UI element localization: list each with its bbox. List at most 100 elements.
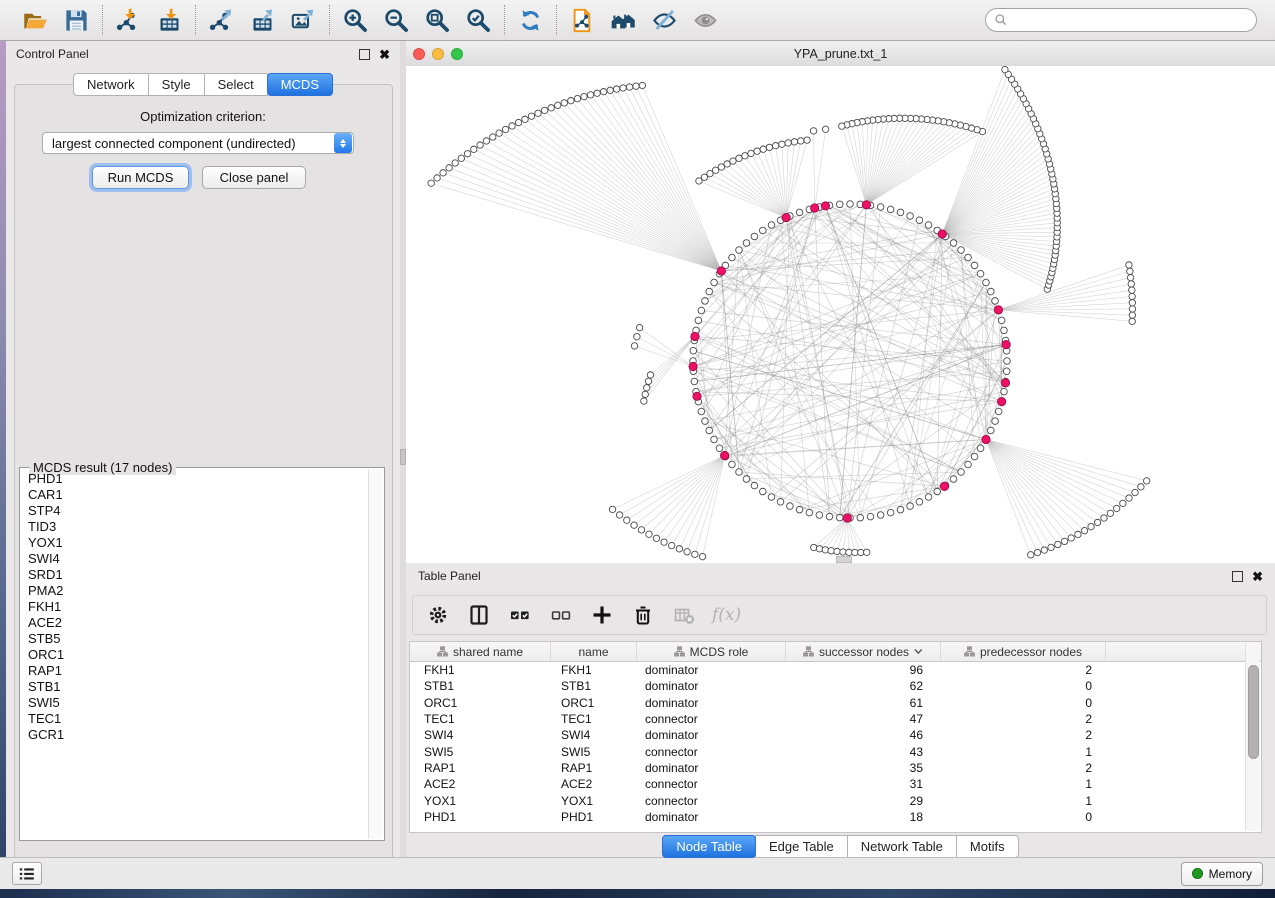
zoom-selected-icon[interactable] bbox=[465, 7, 492, 34]
mcds-dominator-node[interactable] bbox=[782, 213, 790, 221]
table-row[interactable]: FKH1FKH1dominator962 bbox=[410, 662, 1261, 678]
table-row[interactable]: ORC1ORC1dominator610 bbox=[410, 695, 1261, 711]
network-node[interactable] bbox=[729, 461, 736, 468]
zoom-out-icon[interactable] bbox=[383, 7, 410, 34]
mcds-dominator-node[interactable] bbox=[721, 451, 729, 459]
network-node[interactable] bbox=[743, 240, 750, 247]
network-node[interactable] bbox=[983, 279, 990, 286]
network-leaf-node[interactable] bbox=[1068, 535, 1074, 541]
table-scrollbar-thumb[interactable] bbox=[1248, 665, 1259, 759]
network-node[interactable] bbox=[965, 461, 972, 468]
select-all-icon[interactable] bbox=[507, 602, 533, 628]
memory-button[interactable]: Memory bbox=[1181, 862, 1263, 886]
export-table-icon[interactable] bbox=[249, 7, 276, 34]
network-leaf-node[interactable] bbox=[1002, 66, 1008, 72]
network-leaf-node[interactable] bbox=[1129, 312, 1135, 318]
network-node[interactable] bbox=[958, 247, 965, 254]
network-leaf-node[interactable] bbox=[1107, 510, 1113, 516]
network-leaf-node[interactable] bbox=[644, 385, 650, 391]
network-leaf-node[interactable] bbox=[634, 334, 640, 340]
network-node[interactable] bbox=[711, 279, 718, 286]
network-leaf-node[interactable] bbox=[633, 83, 639, 89]
network-leaf-node[interactable] bbox=[607, 87, 613, 93]
column-header-MCDS-role[interactable]: MCDS role bbox=[637, 642, 786, 661]
network-leaf-node[interactable] bbox=[1143, 478, 1149, 484]
mcds-result-item[interactable]: GCR1 bbox=[28, 727, 369, 743]
network-leaf-node[interactable] bbox=[822, 547, 828, 553]
mcds-result-item[interactable]: SWI5 bbox=[28, 695, 369, 711]
close-panel-button[interactable]: Close panel bbox=[202, 166, 306, 189]
network-node[interactable] bbox=[1001, 388, 1008, 395]
network-node[interactable] bbox=[836, 514, 843, 521]
network-leaf-node[interactable] bbox=[1088, 523, 1094, 529]
open-icon[interactable] bbox=[22, 7, 49, 34]
table-row[interactable]: STB1STB1dominator620 bbox=[410, 678, 1261, 694]
network-leaf-node[interactable] bbox=[1120, 500, 1126, 506]
network-leaf-node[interactable] bbox=[730, 158, 736, 164]
network-node[interactable] bbox=[702, 418, 709, 425]
network-node[interactable] bbox=[759, 488, 766, 495]
network-leaf-node[interactable] bbox=[834, 548, 840, 554]
network-node[interactable] bbox=[736, 469, 743, 476]
mcds-dominator-node[interactable] bbox=[693, 392, 701, 400]
column-header-successor-nodes[interactable]: successor nodes bbox=[786, 642, 941, 661]
network-leaf-node[interactable] bbox=[798, 138, 804, 144]
network-leaf-node[interactable] bbox=[581, 93, 587, 99]
table-row[interactable]: PHD1PHD1dominator180 bbox=[410, 809, 1261, 825]
horizontal-splitter-handle[interactable] bbox=[836, 556, 852, 563]
network-leaf-node[interactable] bbox=[502, 126, 508, 132]
network-leaf-node[interactable] bbox=[1094, 519, 1100, 525]
network-node[interactable] bbox=[988, 288, 995, 295]
network-node[interactable] bbox=[711, 436, 718, 443]
network-node[interactable] bbox=[1003, 368, 1010, 375]
table-scrollbar[interactable] bbox=[1245, 643, 1260, 831]
network-leaf-node[interactable] bbox=[509, 123, 515, 129]
network-node[interactable] bbox=[925, 494, 932, 501]
network-node[interactable] bbox=[950, 476, 957, 483]
network-leaf-node[interactable] bbox=[748, 150, 754, 156]
network-leaf-node[interactable] bbox=[626, 84, 632, 90]
float-panel-icon[interactable] bbox=[359, 49, 370, 60]
column-header-name[interactable]: name bbox=[551, 642, 637, 661]
network-node[interactable] bbox=[977, 270, 984, 277]
tab-node-table[interactable]: Node Table bbox=[662, 835, 756, 858]
network-leaf-node[interactable] bbox=[1081, 527, 1087, 533]
network-leaf-node[interactable] bbox=[574, 95, 580, 101]
network-node[interactable] bbox=[716, 445, 723, 452]
zoom-in-icon[interactable] bbox=[342, 7, 369, 34]
mcds-result-item[interactable]: STB1 bbox=[28, 679, 369, 695]
mcds-dominator-node[interactable] bbox=[691, 332, 699, 340]
mcds-dominator-node[interactable] bbox=[1002, 340, 1010, 348]
table-row[interactable]: ACE2ACE2connector311 bbox=[410, 776, 1261, 792]
network-leaf-node[interactable] bbox=[522, 116, 528, 122]
network-leaf-node[interactable] bbox=[736, 155, 742, 161]
network-node[interactable] bbox=[836, 201, 843, 208]
network-leaf-node[interactable] bbox=[1129, 287, 1135, 293]
tab-select[interactable]: Select bbox=[204, 73, 268, 96]
network-leaf-node[interactable] bbox=[609, 506, 615, 512]
network-node[interactable] bbox=[847, 201, 854, 208]
network-node[interactable] bbox=[702, 298, 709, 305]
mcds-result-item[interactable]: PHD1 bbox=[28, 471, 369, 487]
clone-network-icon[interactable] bbox=[569, 7, 596, 34]
network-leaf-node[interactable] bbox=[779, 141, 785, 147]
network-leaf-node[interactable] bbox=[642, 391, 648, 397]
mcds-dominator-node[interactable] bbox=[938, 230, 946, 238]
settings-icon[interactable] bbox=[425, 602, 451, 628]
mcds-result-list[interactable]: PHD1CAR1STP4TID3YOX1SWI4SRD1PMA2FKH1ACE2… bbox=[21, 471, 369, 839]
network-leaf-node[interactable] bbox=[1127, 274, 1133, 280]
network-view-canvas[interactable] bbox=[406, 66, 1275, 563]
network-leaf-node[interactable] bbox=[535, 110, 541, 116]
network-node[interactable] bbox=[751, 482, 758, 489]
network-node[interactable] bbox=[995, 408, 1002, 415]
network-node[interactable] bbox=[706, 288, 713, 295]
network-leaf-node[interactable] bbox=[561, 100, 567, 106]
network-leaf-node[interactable] bbox=[1126, 495, 1132, 501]
network-leaf-node[interactable] bbox=[594, 90, 600, 96]
network-leaf-node[interactable] bbox=[1138, 484, 1144, 490]
network-leaf-node[interactable] bbox=[645, 378, 651, 384]
network-leaf-node[interactable] bbox=[1055, 541, 1061, 547]
mcds-dominator-node[interactable] bbox=[982, 435, 990, 443]
mcds-dominator-node[interactable] bbox=[940, 482, 948, 490]
show-eye-icon[interactable] bbox=[692, 7, 719, 34]
